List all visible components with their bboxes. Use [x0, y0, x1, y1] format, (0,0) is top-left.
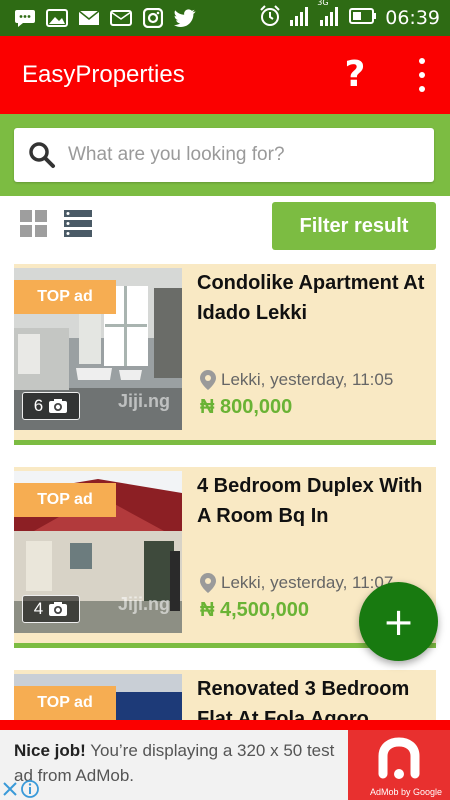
admob-logo[interactable]: AdMob by Google [348, 730, 450, 800]
alarm-icon [259, 4, 281, 32]
close-icon[interactable] [0, 779, 20, 799]
photo-count-badge: 4 [22, 595, 80, 623]
twitter-icon [174, 9, 196, 27]
overflow-menu-icon[interactable] [412, 58, 432, 92]
top-ad-badge: TOP ad [14, 686, 116, 720]
view-toolbar: Filter result [0, 196, 450, 258]
search-section [0, 114, 450, 196]
mail-icon [78, 9, 100, 27]
location-pin-icon [200, 573, 216, 593]
search-box[interactable] [14, 128, 434, 182]
app-title: EasyProperties [22, 61, 185, 88]
camera-icon [49, 399, 68, 413]
photo-count-badge: 6 [22, 392, 80, 420]
top-ad-badge: TOP ad [14, 280, 116, 314]
listing-title[interactable]: 4 Bedroom Duplex With A Room Bq In [197, 471, 427, 531]
help-icon[interactable]: ? [338, 54, 372, 95]
photo-count: 4 [33, 599, 44, 618]
listing-photo[interactable]: TOP ad 4 Jiji.ng [14, 471, 182, 633]
top-ad-badge: TOP ad [14, 483, 116, 517]
ad-text[interactable]: Nice job! You’re displaying a 320 x 50 t… [14, 738, 344, 788]
status-bar: 3G 06:39 [0, 0, 450, 36]
location-pin-icon [200, 370, 216, 390]
search-icon [28, 141, 56, 169]
ad-choices[interactable] [0, 778, 44, 800]
listing-location: Lekki, yesterday, 11:07 [199, 572, 393, 594]
ad-headline: Nice job! [14, 741, 86, 760]
list-view-icon[interactable] [64, 210, 92, 238]
listing-title[interactable]: Condolike Apartment At Idado Lekki [197, 268, 427, 328]
app-bar: EasyProperties ? [0, 36, 450, 114]
listing-photo[interactable]: TOP ad 6 Jiji.ng [14, 268, 182, 430]
ad-divider [0, 720, 450, 730]
listing-location-text: Lekki, yesterday, 11:07 [221, 573, 394, 592]
signal-icon [289, 6, 311, 31]
info-icon[interactable] [20, 779, 40, 799]
listing-location: Lekki, yesterday, 11:05 [199, 369, 393, 391]
listing-location-text: Lekki, yesterday, 11:05 [221, 370, 394, 389]
listing-card[interactable]: TOP ad 6 Jiji.ng Condolike Apartment At … [14, 264, 436, 445]
instagram-icon [142, 8, 164, 28]
image-icon [46, 9, 68, 27]
photo-count: 6 [33, 396, 44, 415]
network-type-label: 3G [317, 0, 329, 7]
battery-icon [349, 7, 377, 30]
listing-price: ₦ 800,000 [200, 396, 293, 418]
watermark: Jiji.ng [117, 594, 170, 614]
camera-icon [49, 602, 68, 616]
ad-banner[interactable]: Nice job! You’re displaying a 320 x 50 t… [0, 730, 450, 800]
grid-view-icon[interactable] [20, 210, 48, 238]
message-icon [14, 9, 36, 27]
add-listing-button[interactable]: + [359, 582, 438, 661]
admob-label: AdMob by Google [369, 787, 442, 797]
mail-outline-icon [110, 9, 132, 27]
filter-result-button[interactable]: Filter result [272, 202, 436, 250]
clock: 06:39 [385, 7, 440, 29]
search-input[interactable] [66, 143, 420, 167]
watermark: Jiji.ng [117, 391, 170, 411]
signal-3g-icon: 3G [317, 0, 341, 31]
listing-price: ₦ 4,500,000 [200, 599, 309, 621]
